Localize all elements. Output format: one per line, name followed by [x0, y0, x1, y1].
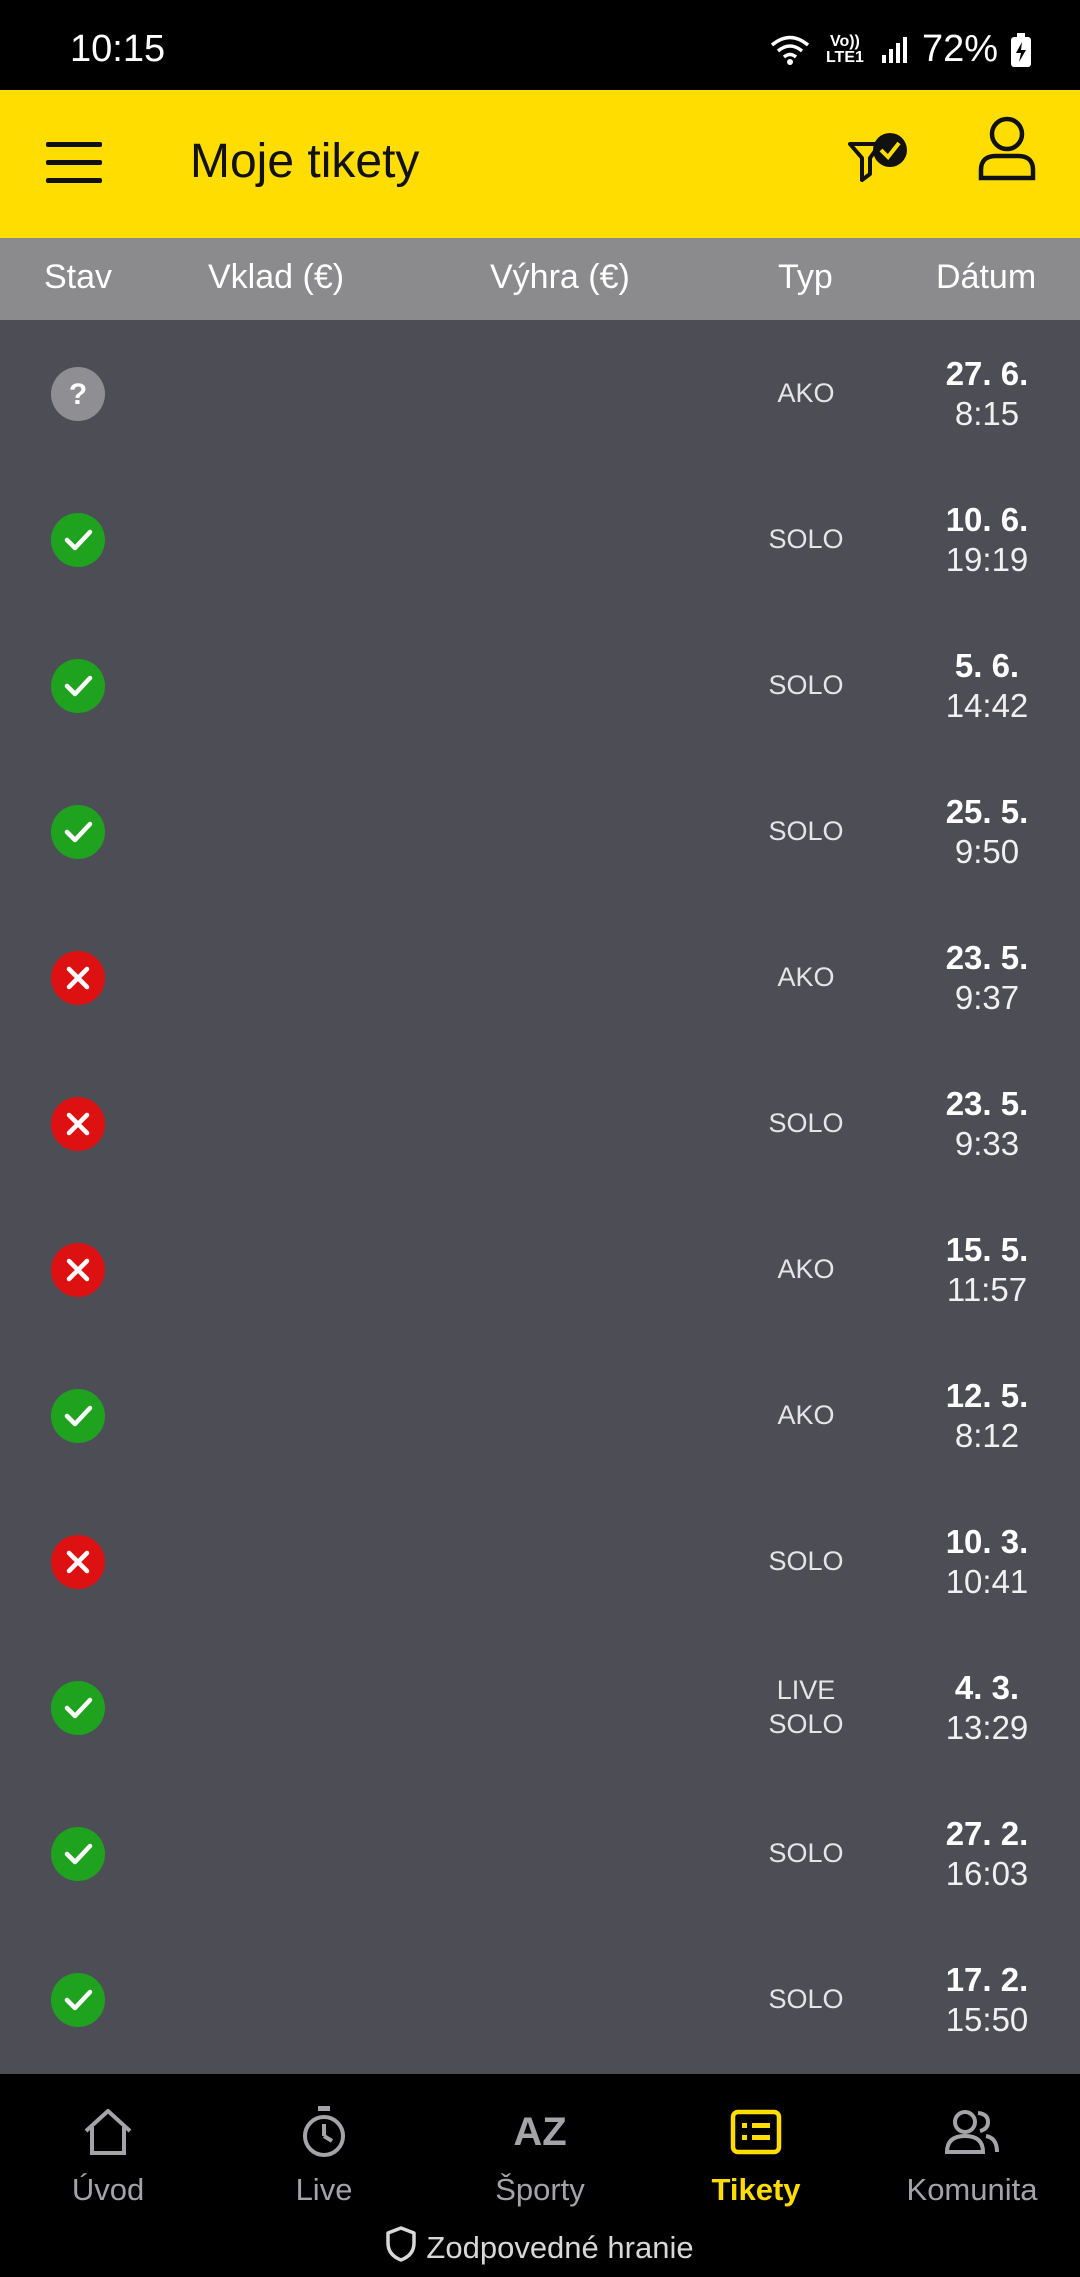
status-bar: 10:15 Vo)) LTE1 72%: [0, 0, 1080, 90]
question-circle-icon: ?: [51, 367, 105, 421]
ticket-date: 23. 5. 9:33: [945, 1085, 1029, 1162]
table-row[interactable]: SOLO 23. 5. 9:33: [0, 1050, 1080, 1196]
table-header: Stav Vklad (€) Výhra (€) Typ Dátum: [0, 238, 1080, 320]
status-icons: Vo)) LTE1 72%: [770, 28, 1032, 71]
ticket-date: 10. 3. 10:41: [945, 1523, 1029, 1600]
table-row[interactable]: AKO 15. 5. 11:57: [0, 1196, 1080, 1342]
table-row[interactable]: SOLO 10. 3. 10:41: [0, 1488, 1080, 1634]
check-circle-icon: [51, 659, 105, 713]
nav-label: Tikety: [711, 2172, 801, 2207]
ticket-type: AKO: [777, 1400, 835, 1430]
nav-sporty[interactable]: AZ Športy: [432, 2102, 648, 2208]
table-row[interactable]: SOLO 10. 6. 19:19: [0, 466, 1080, 612]
nav-label: Live: [295, 2172, 353, 2207]
column-vyhra[interactable]: Výhra (€): [490, 258, 630, 297]
status-time: 10:15: [70, 28, 166, 70]
table-row[interactable]: LIVE SOLO 4. 3. 13:29: [0, 1634, 1080, 1780]
x-circle-icon: [51, 1535, 105, 1589]
ticket-date: 12. 5. 8:12: [945, 1377, 1029, 1454]
wifi-icon: [770, 34, 810, 66]
ticket-date: 4. 3. 13:29: [945, 1669, 1029, 1746]
az-icon: AZ: [513, 2109, 567, 2154]
ticket-type: SOLO: [768, 1546, 844, 1576]
nav-uvod[interactable]: Úvod: [0, 2102, 216, 2208]
ticket-type: SOLO: [768, 670, 844, 700]
table-row[interactable]: AKO 23. 5. 9:37: [0, 904, 1080, 1050]
table-row[interactable]: SOLO 25. 5. 9:50: [0, 758, 1080, 904]
ticket-type: SOLO: [768, 816, 844, 846]
nav-live[interactable]: Live: [216, 2102, 432, 2208]
battery-icon: [1010, 32, 1032, 67]
nav-label: Úvod: [71, 2172, 145, 2207]
check-circle-icon: [51, 1827, 105, 1881]
ticket-date: 10. 6. 19:19: [945, 501, 1029, 578]
table-row[interactable]: ? AKO 27. 6. 8:15: [0, 320, 1080, 466]
nav-tikety[interactable]: Tikety: [648, 2102, 864, 2208]
signal-icon: [880, 35, 910, 65]
svg-text:?: ?: [69, 378, 87, 411]
nav-komunita[interactable]: Komunita: [864, 2102, 1080, 2208]
ticket-date: 5. 6. 14:42: [945, 647, 1029, 724]
network-type: Vo)) LTE1: [825, 32, 864, 66]
ticket-type: AKO: [777, 378, 835, 408]
x-circle-icon: [51, 951, 105, 1005]
bottom-navigation: Úvod Live AZ Športy Tikety Komunita Zodp…: [0, 2074, 1080, 2277]
shield-icon: [386, 2226, 417, 2270]
table-row[interactable]: SOLO 5. 6. 14:42: [0, 612, 1080, 758]
ticket-type: LIVE SOLO: [768, 1675, 844, 1739]
table-row[interactable]: AKO 12. 5. 8:12: [0, 1342, 1080, 1488]
x-circle-icon: [51, 1243, 105, 1297]
ticket-date: 25. 5. 9:50: [945, 793, 1029, 870]
ticket-type: SOLO: [768, 524, 844, 554]
ticket-type: SOLO: [768, 1108, 844, 1138]
ticket-list: ? AKO 27. 6. 8:15 SOLO 10. 6. 19:19 SOLO 5. 6.…: [0, 320, 1080, 2072]
home-icon: [0, 2102, 216, 2162]
ticket-date: 15. 5. 11:57: [945, 1231, 1029, 1308]
battery-level: 72%: [921, 28, 998, 70]
nav-label: Komunita: [906, 2172, 1038, 2207]
nav-label: Športy: [495, 2172, 585, 2207]
column-typ[interactable]: Typ: [778, 258, 833, 297]
ticket-date: 27. 2. 16:03: [945, 1815, 1029, 1892]
account-icon[interactable]: [976, 112, 1038, 182]
hamburger-menu-icon[interactable]: [46, 140, 102, 188]
ticket-type: AKO: [777, 1254, 835, 1284]
ticket-type: SOLO: [768, 1838, 844, 1868]
responsible-gaming-label: Zodpovedné hranie: [426, 2230, 694, 2265]
check-circle-icon: [51, 1389, 105, 1443]
check-circle-icon: [51, 513, 105, 567]
ticket-date: 27. 6. 8:15: [945, 355, 1029, 432]
check-circle-icon: [51, 1681, 105, 1735]
ticket-type: SOLO: [768, 1984, 844, 2014]
x-circle-icon: [51, 1097, 105, 1151]
filter-check-icon[interactable]: [846, 130, 912, 196]
ticket-type: AKO: [777, 962, 835, 992]
table-row[interactable]: SOLO 27. 2. 16:03: [0, 1780, 1080, 1926]
check-circle-icon: [51, 805, 105, 859]
column-stav[interactable]: Stav: [44, 258, 112, 297]
table-row[interactable]: SOLO 17. 2. 15:50: [0, 1926, 1080, 2072]
column-datum[interactable]: Dátum: [936, 258, 1036, 297]
column-vklad[interactable]: Vklad (€): [208, 258, 344, 297]
ticket-icon: [648, 2102, 864, 2162]
ticket-date: 17. 2. 15:50: [945, 1961, 1029, 2038]
stopwatch-icon: [216, 2102, 432, 2162]
community-icon: [864, 2102, 1080, 2162]
responsible-gaming-link[interactable]: Zodpovedné hranie: [0, 2226, 1080, 2270]
check-circle-icon: [51, 1973, 105, 2027]
page-title: Moje tikety: [190, 135, 420, 188]
app-header: Moje tikety: [0, 90, 1080, 238]
ticket-date: 23. 5. 9:37: [945, 939, 1029, 1016]
